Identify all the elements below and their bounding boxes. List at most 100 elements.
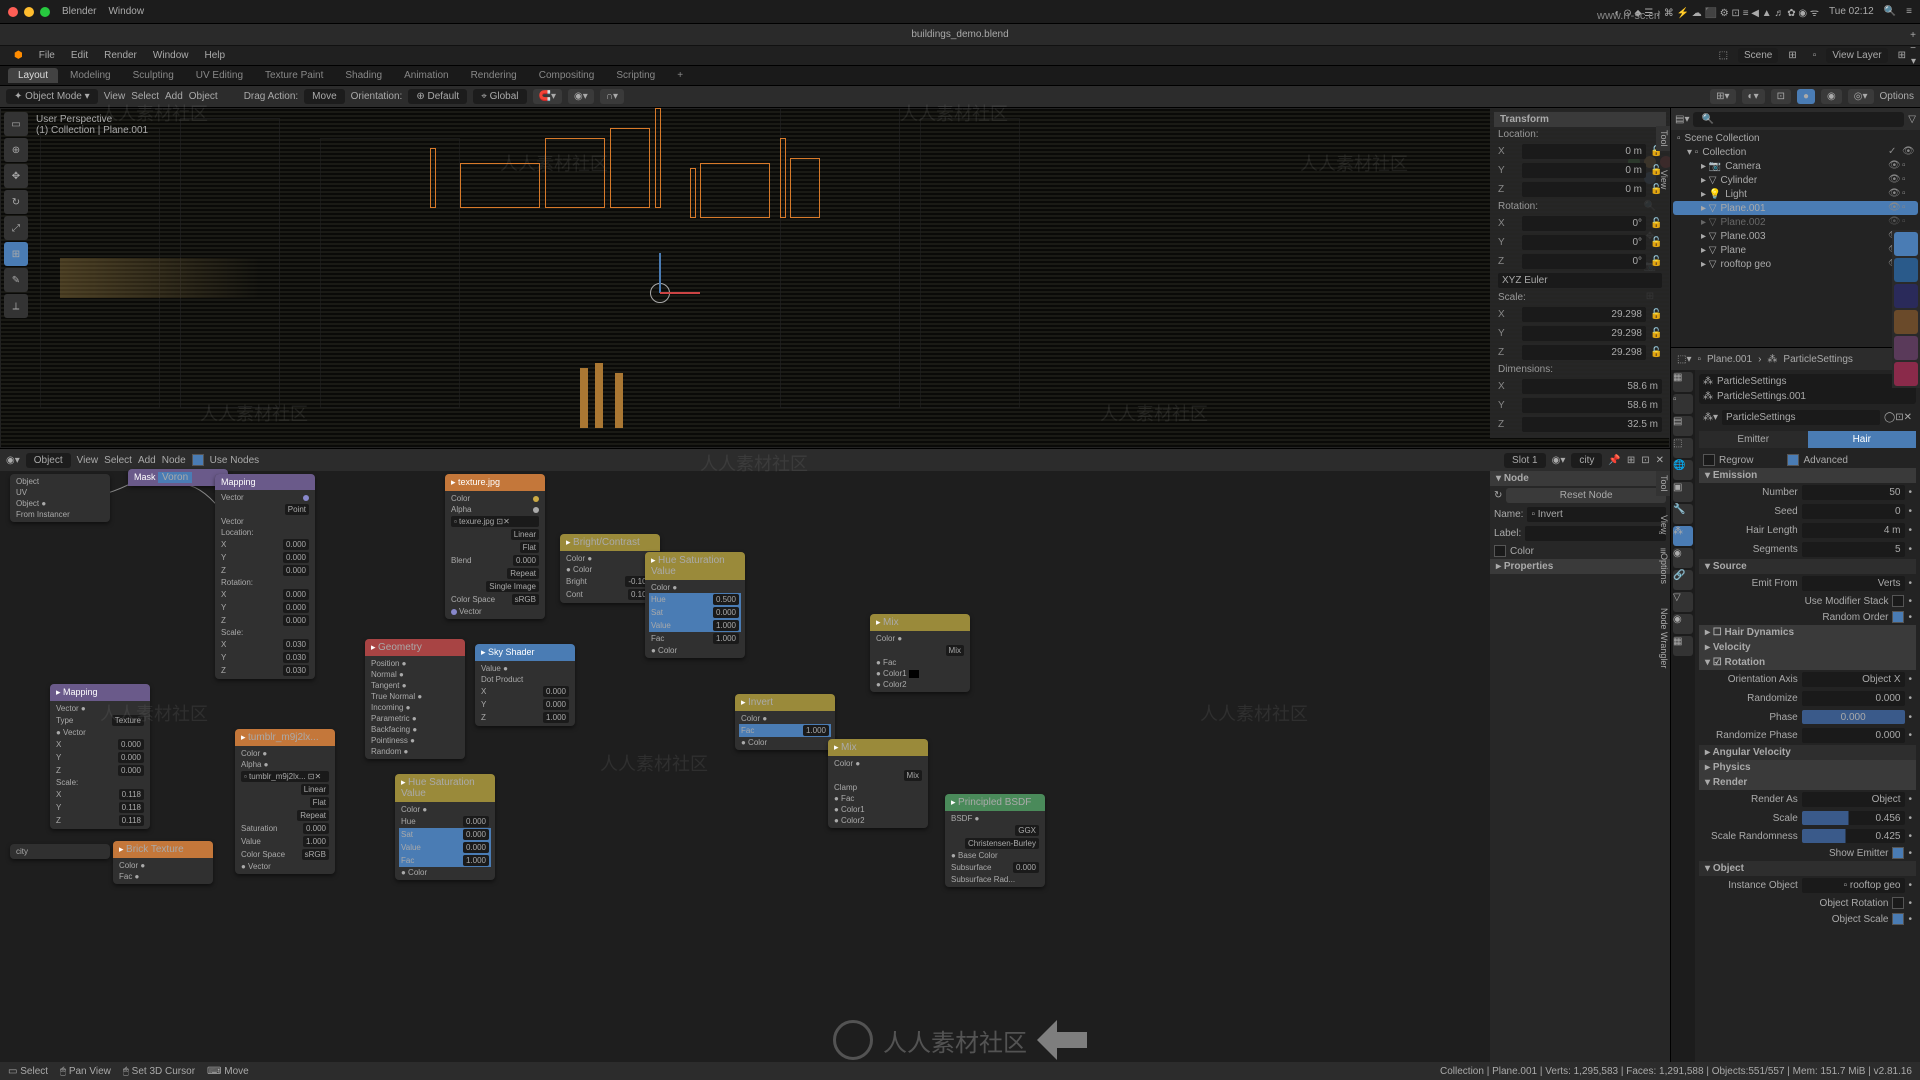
node-select[interactable]: Select: [104, 455, 132, 466]
use-nodes-check[interactable]: [192, 454, 204, 466]
props-tab-texture[interactable]: ▦: [1673, 636, 1693, 656]
inst-obj-val[interactable]: ▫ rooftop geo: [1802, 878, 1905, 893]
outliner-item-cylinder[interactable]: ▸ ▽ Cylinder👁▫: [1673, 173, 1918, 187]
props-tab-object[interactable]: ▣: [1673, 482, 1693, 502]
tab-uv[interactable]: UV Editing: [186, 68, 253, 83]
menu-file[interactable]: File: [33, 48, 61, 63]
scene-select[interactable]: Scene: [1738, 48, 1778, 63]
outliner-type-icon[interactable]: ▤▾: [1675, 114, 1689, 125]
tool-transform[interactable]: ⊞: [4, 242, 28, 266]
obj-rot-check[interactable]: [1892, 897, 1904, 909]
tab-shading[interactable]: Shading: [335, 68, 392, 83]
seed-val[interactable]: 0: [1802, 504, 1905, 519]
orient-select[interactable]: ⊕ Default: [408, 89, 467, 104]
props-type-icon[interactable]: ⬚▾: [1677, 354, 1691, 365]
number-val[interactable]: 50: [1802, 485, 1905, 500]
tool-select[interactable]: ▭: [4, 112, 28, 136]
props-tab-modifier[interactable]: 🔧: [1673, 504, 1693, 524]
node-principled[interactable]: ▸ Principled BSDF BSDF ●GGXChristensen-B…: [945, 794, 1045, 887]
menu-window[interactable]: Window: [147, 48, 195, 63]
node-tab-view[interactable]: View: [1656, 511, 1670, 538]
hair-toggle[interactable]: Hair: [1808, 431, 1917, 448]
dim-y[interactable]: 58.6 m: [1522, 398, 1662, 413]
tab-sculpting[interactable]: Sculpting: [123, 68, 184, 83]
viewlayer-select[interactable]: View Layer: [1826, 48, 1887, 63]
pin-icon[interactable]: 📌: [1608, 455, 1620, 466]
tab-animation[interactable]: Animation: [394, 68, 458, 83]
dock-pr-icon[interactable]: [1894, 336, 1918, 360]
outliner-filter-icon[interactable]: ▽: [1908, 114, 1916, 125]
rot-mode[interactable]: XYZ Euler: [1498, 273, 1662, 288]
shade-matcap-icon[interactable]: ◉: [1821, 89, 1842, 104]
obj-scale-check[interactable]: [1892, 913, 1904, 925]
regrow-check[interactable]: [1703, 454, 1715, 466]
outliner-search[interactable]: 🔍: [1693, 112, 1904, 127]
shade-solid-icon[interactable]: ●: [1797, 89, 1815, 104]
outliner-item-camera[interactable]: ▸ 📷 Camera👁▫: [1673, 159, 1918, 173]
particle-system-0[interactable]: ⁂ ParticleSettings🛡≡: [1699, 374, 1916, 389]
tool-annotate[interactable]: ✎: [4, 268, 28, 292]
prop-type-icon[interactable]: ∩▾: [600, 89, 624, 104]
menu-edit[interactable]: Edit: [65, 48, 94, 63]
mat-new-icon[interactable]: ⊞: [1627, 455, 1635, 466]
rot-x[interactable]: 0°: [1522, 216, 1646, 231]
mode-select[interactable]: ✦ Object Mode ▾: [6, 89, 98, 104]
mac-menu-window[interactable]: Window: [108, 6, 144, 17]
node-panel-hdr[interactable]: ▾ Node: [1490, 471, 1670, 486]
mac-traffic-lights[interactable]: [8, 7, 50, 17]
outliner-item-plane-002[interactable]: ▸ ▽ Plane.002👁▫: [1673, 215, 1918, 229]
node-editor[interactable]: ◉▾ Object View Select Add Node Use Nodes…: [0, 448, 1670, 1062]
drag-select[interactable]: Move: [304, 89, 344, 104]
node-hue[interactable]: ▸ Hue Saturation Value Color ●Hue0.500Sa…: [645, 552, 745, 658]
node-props-hdr[interactable]: ▸ Properties: [1490, 559, 1670, 574]
show-emit-check[interactable]: [1892, 847, 1904, 859]
shade-wire-icon[interactable]: ⊡: [1771, 89, 1791, 104]
tool-cursor[interactable]: ⊕: [4, 138, 28, 162]
random-order-check[interactable]: [1892, 611, 1904, 623]
node-city[interactable]: city: [10, 844, 110, 859]
emitter-toggle[interactable]: Emitter: [1699, 431, 1808, 448]
transform-header[interactable]: Transform: [1494, 112, 1666, 127]
dim-x[interactable]: 58.6 m: [1522, 379, 1662, 394]
scale-x[interactable]: 29.298: [1522, 307, 1646, 322]
viewport-3d[interactable]: ▭ ⊕ ✥ ↻ ⤢ ⊞ ✎ ⟂ User Perspective (1) Col…: [0, 108, 1670, 448]
node-hue2[interactable]: ▸ Hue Saturation Value Color ●Hue0.000Sa…: [395, 774, 495, 880]
ang-vel-hdr[interactable]: ▸ Angular Velocity: [1699, 745, 1916, 760]
orient-axis-val[interactable]: Object X: [1802, 672, 1905, 687]
node-mapping2[interactable]: ▸ Mapping Vector ●TypeTexture● VectorX0.…: [50, 684, 150, 829]
node-tab-tool[interactable]: Tool: [1656, 471, 1670, 496]
tab-compositing[interactable]: Compositing: [529, 68, 605, 83]
scene-new-icon[interactable]: ⊞: [1782, 48, 1802, 63]
props-obj[interactable]: Plane.001: [1707, 354, 1752, 365]
rot-z[interactable]: 0°: [1522, 254, 1646, 269]
rotation-hdr[interactable]: ▾ ☑ Rotation: [1699, 655, 1916, 670]
editor-type-icon[interactable]: ◉▾: [6, 455, 20, 466]
node-view[interactable]: View: [77, 455, 99, 466]
randphase-val[interactable]: 0.000: [1802, 728, 1905, 743]
props-tab-constraint[interactable]: 🔗: [1673, 570, 1693, 590]
segments-val[interactable]: 5: [1802, 542, 1905, 557]
scale-rand-val[interactable]: 0.425: [1802, 829, 1905, 843]
shade-render-icon[interactable]: ◎▾: [1848, 89, 1874, 104]
node-texcoord-mini[interactable]: ObjectUVObject ●From Instancer: [10, 474, 110, 522]
props-tab-physics[interactable]: ◉: [1673, 548, 1693, 568]
node-node[interactable]: Node: [162, 455, 186, 466]
emit-from-val[interactable]: Verts: [1802, 576, 1905, 591]
source-hdr[interactable]: ▾ Source: [1699, 559, 1916, 574]
reset-node-button[interactable]: Reset Node: [1506, 488, 1666, 503]
loc-y[interactable]: 0 m: [1522, 163, 1646, 178]
node-mapping[interactable]: Mapping Vector Point Vector Location: X0…: [215, 474, 315, 679]
wireframe-icon[interactable]: ◐▾: [1742, 89, 1765, 104]
tool-measure[interactable]: ⟂: [4, 294, 28, 318]
props-tab-viewlayer[interactable]: ▤: [1673, 416, 1693, 436]
tab-rendering[interactable]: Rendering: [461, 68, 527, 83]
tab-layout[interactable]: Layout: [8, 68, 58, 83]
overlay-icon[interactable]: ⊞▾: [1710, 89, 1735, 104]
snap-icon[interactable]: 🧲▾: [533, 89, 562, 104]
physics-hdr[interactable]: ▸ Physics: [1699, 760, 1916, 775]
hairlen-val[interactable]: 4 m: [1802, 523, 1905, 538]
tool-scale[interactable]: ⤢: [4, 216, 28, 240]
ps-datablock[interactable]: ParticleSettings: [1722, 410, 1880, 425]
dock-finder-icon[interactable]: [1894, 232, 1918, 256]
dock-ps-icon[interactable]: [1894, 258, 1918, 282]
